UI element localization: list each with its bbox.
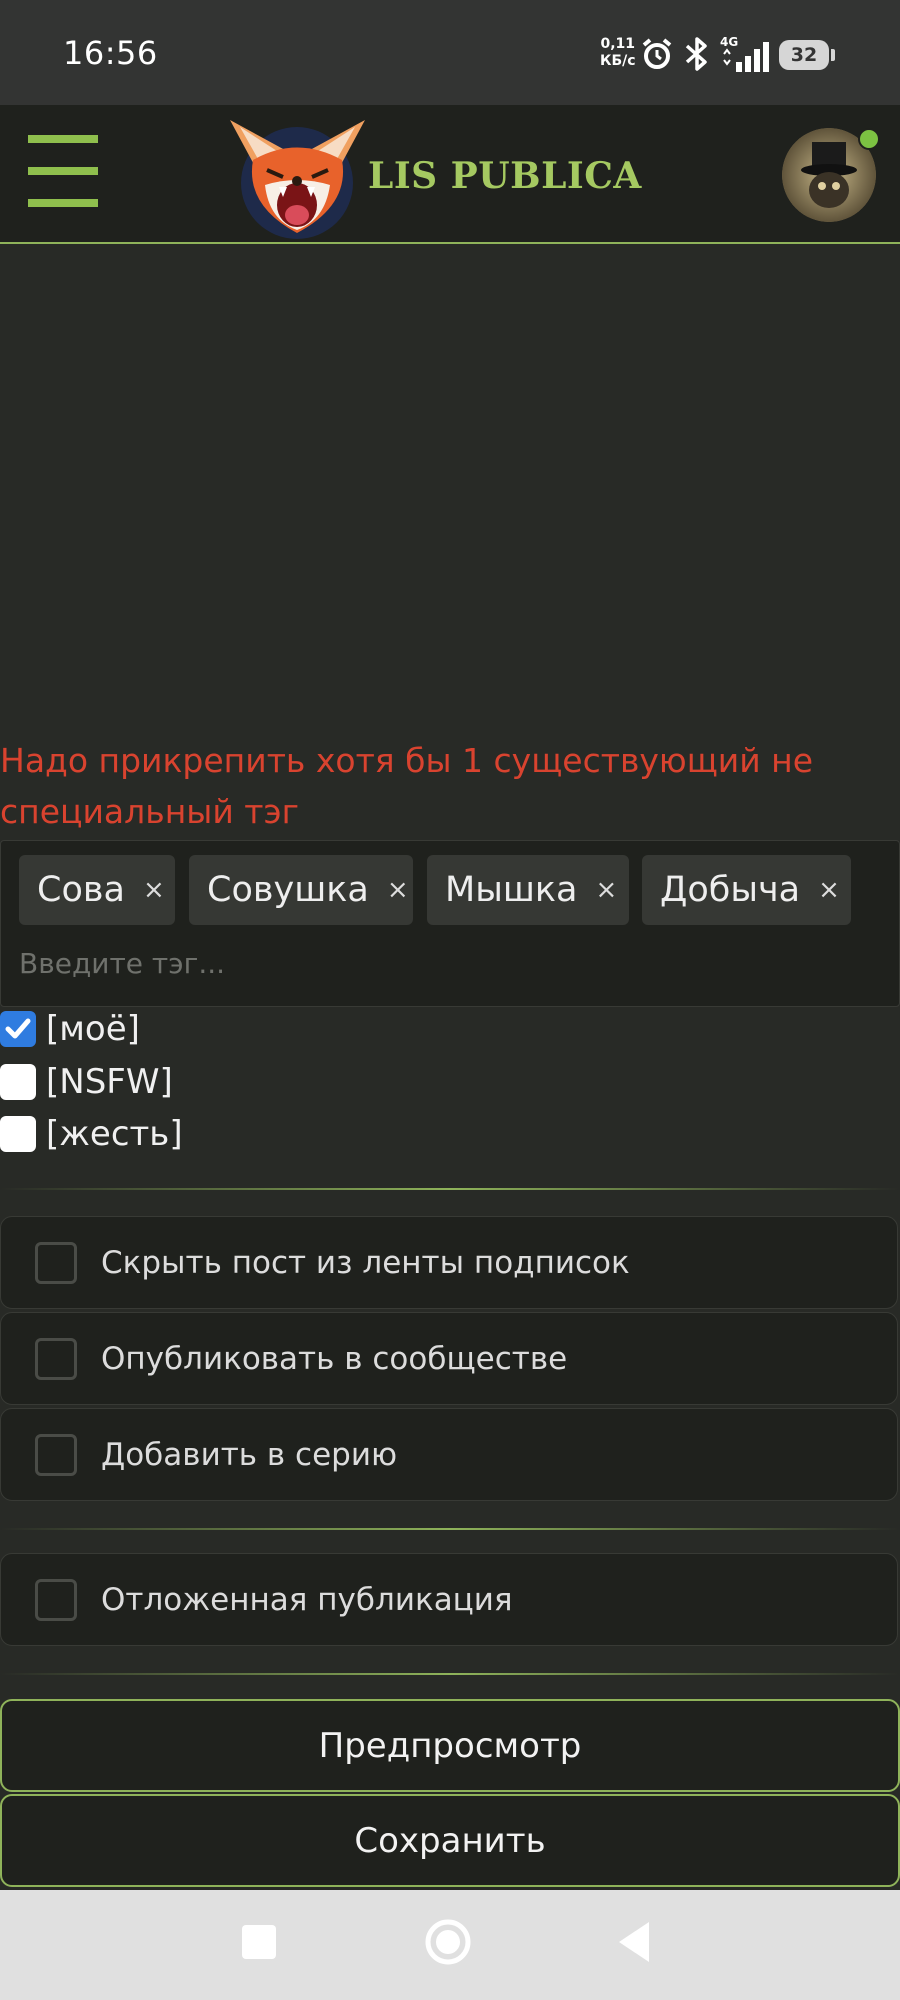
back-icon[interactable] <box>617 1920 651 1964</box>
save-button[interactable]: Сохранить <box>0 1794 900 1887</box>
checkbox[interactable] <box>0 1064 36 1100</box>
checkbox[interactable] <box>35 1241 77 1284</box>
menu-icon[interactable] <box>28 135 98 207</box>
special-tag-label: [NSFW] <box>46 1062 173 1102</box>
option-add-to-series[interactable]: Добавить в серию <box>0 1408 898 1501</box>
tag-remove-icon[interactable]: × <box>818 875 840 905</box>
network-speed-unit: КБ/с <box>600 53 636 69</box>
divider <box>0 1673 900 1675</box>
network-speed-value: 0,11 <box>600 36 636 52</box>
tag-error-message: Надо прикрепить хотя бы 1 существующий н… <box>0 741 814 831</box>
option-label: Опубликовать в сообществе <box>101 1340 568 1377</box>
tag-editor[interactable]: Сова × Совушка × Мышка × Добыча × <box>0 840 900 1007</box>
tag-remove-icon[interactable]: × <box>595 875 617 905</box>
tag-chip: Мышка × <box>427 855 629 925</box>
tag-chip: Добыча × <box>642 855 851 925</box>
fox-logo[interactable] <box>225 115 370 240</box>
brand-name[interactable]: LIS PUBLICA <box>368 155 642 197</box>
status-bar: 16:56 0,11 КБ/с 4G 32 <box>0 0 900 105</box>
checkbox-checked[interactable] <box>0 1011 36 1047</box>
special-tag-label: [моё] <box>46 1009 140 1049</box>
option-label: Скрыть пост из ленты подписок <box>101 1244 630 1281</box>
tag-remove-icon[interactable]: × <box>387 875 409 905</box>
app-header: LIS PUBLICA <box>0 105 900 244</box>
network-speed: 0,11 КБ/с <box>600 36 636 70</box>
status-time: 16:56 <box>63 34 158 72</box>
network-type: 4G <box>720 35 738 49</box>
bluetooth-icon <box>685 37 707 71</box>
option-hide-from-feed[interactable]: Скрыть пост из ленты подписок <box>0 1216 898 1309</box>
battery-indicator: 32 <box>779 40 835 70</box>
tag-label: Совушка <box>207 870 369 910</box>
checkmark-icon <box>5 1018 31 1039</box>
home-icon[interactable] <box>424 1918 472 1966</box>
system-nav-bar <box>0 1890 900 2000</box>
special-tag-mine[interactable]: [моё] <box>0 1005 140 1053</box>
tag-label: Сова <box>37 870 125 910</box>
checkbox[interactable] <box>0 1116 36 1152</box>
option-label: Отложенная публикация <box>101 1581 513 1618</box>
checkbox[interactable] <box>35 1578 77 1621</box>
recents-icon[interactable] <box>242 1925 276 1959</box>
tag-label: Мышка <box>445 870 578 910</box>
signal-icon: 4G <box>720 35 769 72</box>
special-tag-nsfw[interactable]: [NSFW] <box>0 1058 173 1106</box>
special-tag-label: [жесть] <box>46 1114 183 1154</box>
online-status-dot <box>858 128 880 150</box>
tag-label: Добыча <box>660 870 801 910</box>
alarm-icon <box>642 38 672 69</box>
divider <box>0 1188 900 1190</box>
checkbox[interactable] <box>35 1337 77 1380</box>
checkbox[interactable] <box>35 1433 77 1476</box>
tag-input[interactable] <box>19 947 819 980</box>
preview-button[interactable]: Предпросмотр <box>0 1699 900 1792</box>
option-label: Добавить в серию <box>101 1436 398 1473</box>
tag-chip: Сова × <box>19 855 175 925</box>
status-icons: 4G <box>640 32 782 76</box>
option-deferred-publication[interactable]: Отложенная публикация <box>0 1553 898 1646</box>
divider <box>0 1528 900 1530</box>
tag-chip: Совушка × <box>189 855 413 925</box>
special-tag-gore[interactable]: [жесть] <box>0 1110 183 1158</box>
option-publish-in-community[interactable]: Опубликовать в сообществе <box>0 1312 898 1405</box>
tag-remove-icon[interactable]: × <box>143 875 165 905</box>
